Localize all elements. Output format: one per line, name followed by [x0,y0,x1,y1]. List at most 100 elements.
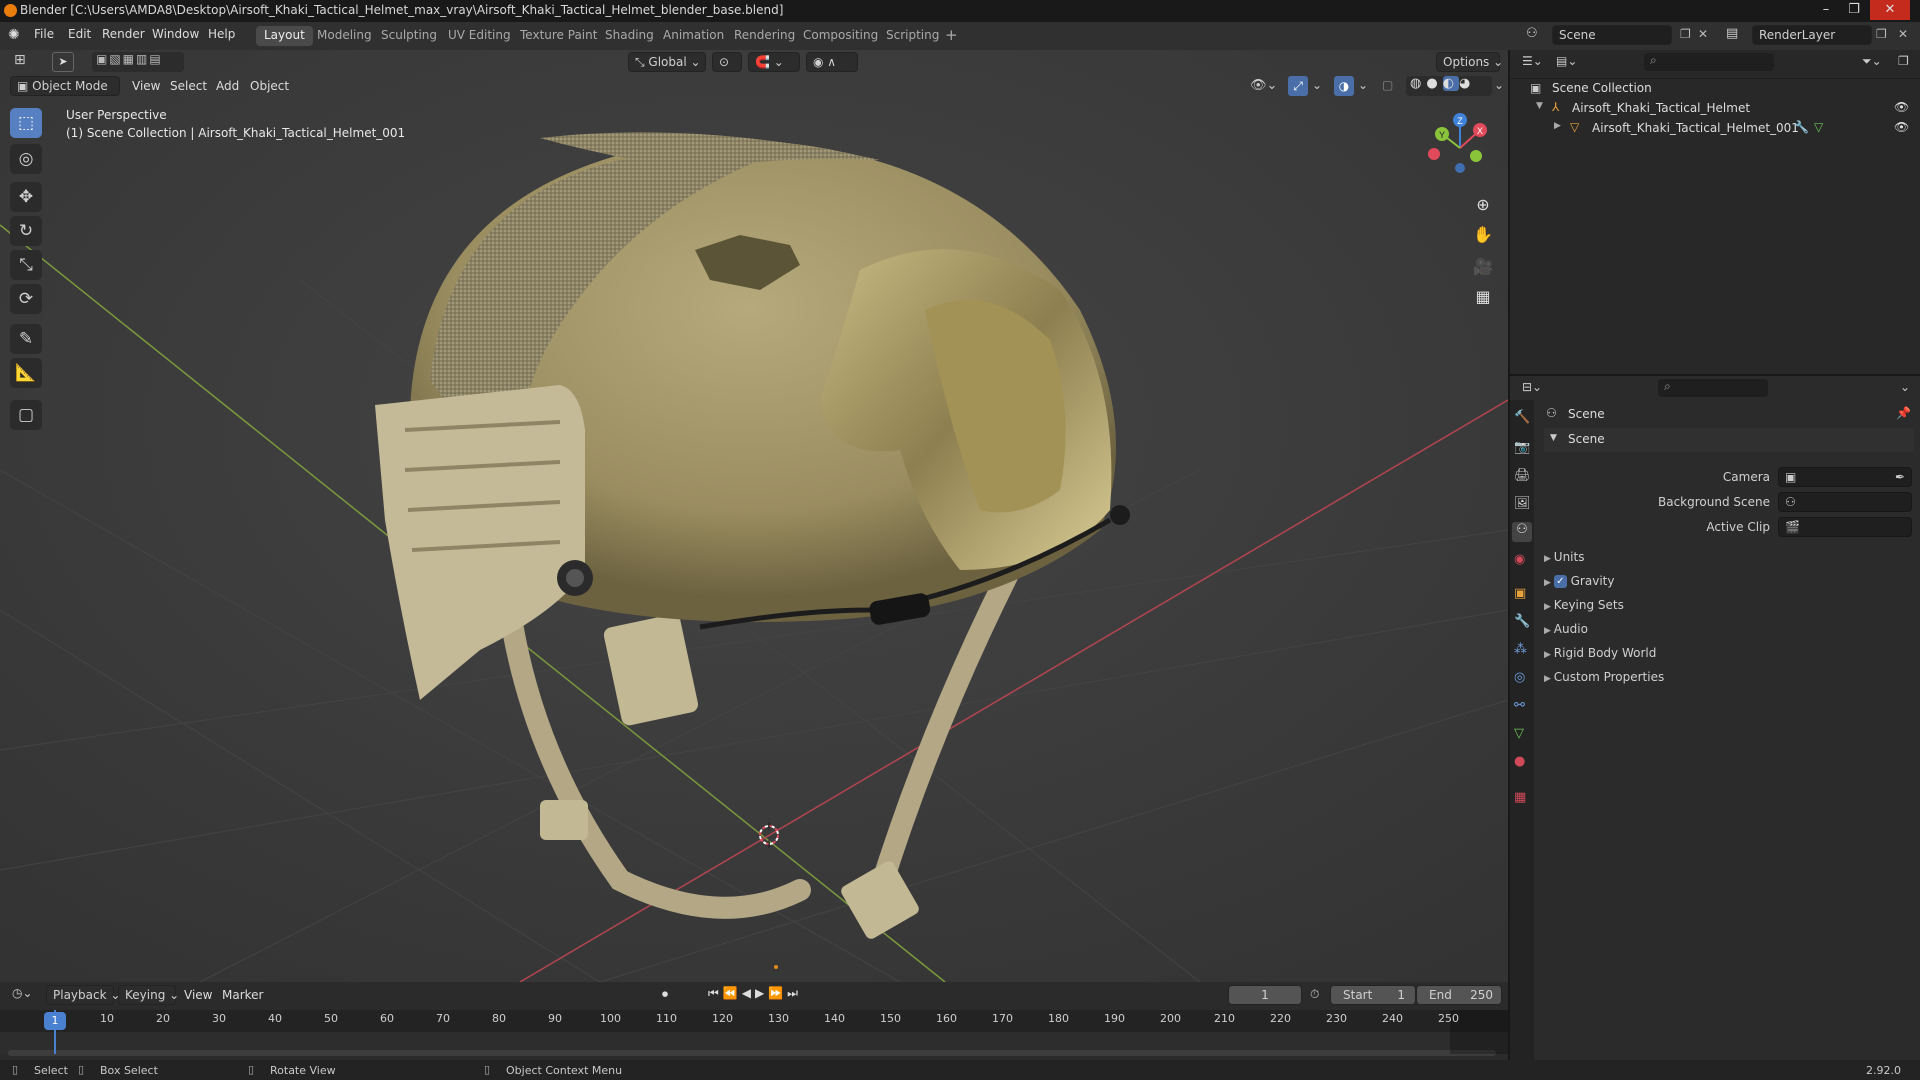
new-collection-icon[interactable]: ❐ [1898,54,1909,68]
view-layer-tab-icon[interactable]: 🖼 [1514,496,1531,511]
viewport-menu-add[interactable]: Add [216,79,239,93]
viewport-menu-object[interactable]: Object [250,79,289,93]
pan-hand-icon[interactable]: ✋ [1470,222,1496,248]
annotate-tool-icon[interactable]: ✎ [10,324,42,354]
proportional-edit-icon[interactable]: ◉ ∧ [806,52,858,72]
background-scene-field[interactable]: ⚇ [1778,492,1912,512]
menu-edit[interactable]: Edit [68,27,91,41]
perspective-grid-icon[interactable]: ▦ [1470,284,1496,310]
keying-sets-panel[interactable]: ▶ Keying Sets [1544,598,1914,612]
current-frame-field[interactable]: 1 [1228,985,1302,1005]
particles-tab-icon[interactable]: ⁂ [1514,642,1527,657]
tab-shading[interactable]: Shading [597,26,662,46]
pivot-point-icon[interactable]: ⊙ [712,52,742,72]
new-scene-icon[interactable]: ❐ [1680,27,1691,41]
tab-texture-paint[interactable]: Texture Paint [512,26,605,46]
visibility-icon[interactable]: 👁⌄ [1250,78,1277,93]
object-tab-icon[interactable]: ▣ [1514,586,1526,601]
tab-animation[interactable]: Animation [655,26,732,46]
outliner-item-helmet-001[interactable]: Airsoft_Khaki_Tactical_Helmet_001 [1592,121,1799,135]
audio-panel[interactable]: ▶ Audio [1544,622,1914,636]
data-tab-icon[interactable]: ▽ [1514,726,1524,741]
outliner-editor-icon[interactable]: ☰⌄ [1522,54,1543,68]
camera-field[interactable]: ▣ ✒ [1778,467,1912,487]
mode-dropdown[interactable]: ▣ Object Mode [10,76,120,96]
tab-uv-editing[interactable]: UV Editing [440,26,519,46]
chevron-down-icon[interactable]: ⌄ [1494,78,1504,92]
maximize-button[interactable]: ❐ [1840,0,1868,20]
expand-arrow-icon[interactable]: ▼ [1536,101,1543,111]
scene-panel-header[interactable]: ▼ Scene [1544,428,1914,452]
menu-render[interactable]: Render [102,27,145,41]
measure-tool-icon[interactable]: 📐 [10,358,42,388]
gravity-checkbox[interactable]: ✓ [1553,575,1567,588]
overlay-toggle-icon[interactable]: ◑ [1334,76,1354,96]
timeline-menu-keying[interactable]: Keying ⌄ [118,985,179,1005]
render-tab-icon[interactable]: 📷 [1514,440,1530,455]
modifier-wrench-icon[interactable]: 🔧 [1794,120,1809,134]
rigid-body-world-panel[interactable]: ▶ Rigid Body World [1544,646,1914,660]
orientation-dropdown[interactable]: ⤡ Global ⌄ [628,52,706,72]
shading-modes[interactable]: ◍●◐◕ [1406,76,1492,96]
delete-render-layer-icon[interactable]: ✕ [1898,27,1908,41]
outliner-item-helmet[interactable]: Airsoft_Khaki_Tactical_Helmet [1572,101,1750,115]
start-frame-field[interactable]: Start 1 [1330,985,1416,1005]
tab-compositing[interactable]: Compositing [795,26,886,46]
minimize-button[interactable]: – [1812,0,1840,20]
tab-scripting[interactable]: Scripting [878,26,947,46]
chevron-down-icon[interactable]: ⌄ [1900,380,1910,394]
filter-icon[interactable]: ⏷⌄ [1862,54,1882,69]
gravity-panel[interactable]: ▶ ✓ Gravity [1544,574,1914,588]
properties-search-input[interactable]: ⌕ [1658,379,1768,397]
menu-window[interactable]: Window [152,27,199,41]
menu-file[interactable]: File [34,27,54,41]
navigation-gizmo[interactable]: Z X Y [1420,108,1500,188]
xray-icon[interactable]: ▢ [1382,78,1393,92]
scale-tool-icon[interactable]: ⤡ [10,250,42,280]
clock-icon[interactable]: ⏱ [1310,987,1319,1002]
world-tab-icon[interactable]: ◉ [1514,552,1525,567]
units-panel[interactable]: ▶ Units [1544,550,1914,564]
camera-view-icon[interactable]: 🎥 [1470,254,1496,280]
scene-selector[interactable]: Scene [1552,25,1672,45]
render-layer-selector[interactable]: RenderLayer [1752,25,1872,45]
tab-rendering[interactable]: Rendering [726,26,803,46]
menu-help[interactable]: Help [208,27,235,41]
add-workspace-button[interactable]: + [945,26,958,44]
properties-editor-icon[interactable]: ⊟⌄ [1522,380,1542,394]
chevron-down-icon[interactable]: ⌄ [1312,78,1322,92]
outliner-search-input[interactable]: ⌕ [1644,53,1774,71]
close-button[interactable]: ✕ [1870,0,1910,20]
add-cube-tool-icon[interactable]: ▢ [10,400,42,430]
active-clip-field[interactable]: 🎬 [1778,517,1912,537]
material-tab-icon[interactable]: ● [1514,754,1525,769]
zoom-icon[interactable]: ⊕ [1470,192,1496,218]
select-tool-icon[interactable]: ➤ [52,52,74,72]
display-mode-icon[interactable]: ▤⌄ [1556,54,1577,68]
tool-tab-icon[interactable]: 🔨 [1514,410,1530,425]
playhead[interactable]: 1 [44,1012,66,1030]
timeline-menu-playback[interactable]: Playback ⌄ [46,985,120,1005]
new-render-layer-icon[interactable]: ❐ [1876,27,1887,41]
tab-layout[interactable]: Layout [256,26,313,46]
timeline-menu-view[interactable]: View [184,988,212,1002]
eye-icon[interactable]: 👁 [1894,120,1909,134]
scene-tab-icon[interactable]: ⚇ [1512,522,1532,542]
constraints-tab-icon[interactable]: ⚯ [1514,698,1525,713]
timeline-editor-icon[interactable]: ◷⌄ [12,986,33,1000]
selection-mode-icons[interactable]: ▣▧▦▥▤ [92,52,184,72]
timeline-menu-marker[interactable]: Marker [222,988,263,1002]
outliner-scene-collection[interactable]: Scene Collection [1552,81,1652,95]
transform-tool-icon[interactable]: ⟳ [10,284,42,314]
cursor-tool-icon[interactable]: ◎ [10,144,42,174]
output-tab-icon[interactable]: 🖨 [1514,468,1531,483]
playback-controls[interactable]: ⏮⏪◀▶⏩⏭ [708,986,802,1001]
end-frame-field[interactable]: End 250 [1416,985,1502,1005]
eyedropper-icon[interactable]: ✒ [1895,470,1905,484]
rotate-tool-icon[interactable]: ↻ [10,216,42,246]
expand-arrow-icon[interactable]: ▶ [1554,121,1561,131]
eye-icon[interactable]: 👁 [1894,100,1909,114]
blender-menu-icon[interactable]: ✺ [8,27,26,45]
custom-properties-panel[interactable]: ▶ Custom Properties [1544,670,1914,684]
gizmo-toggle-icon[interactable]: ⤢ [1288,76,1308,96]
